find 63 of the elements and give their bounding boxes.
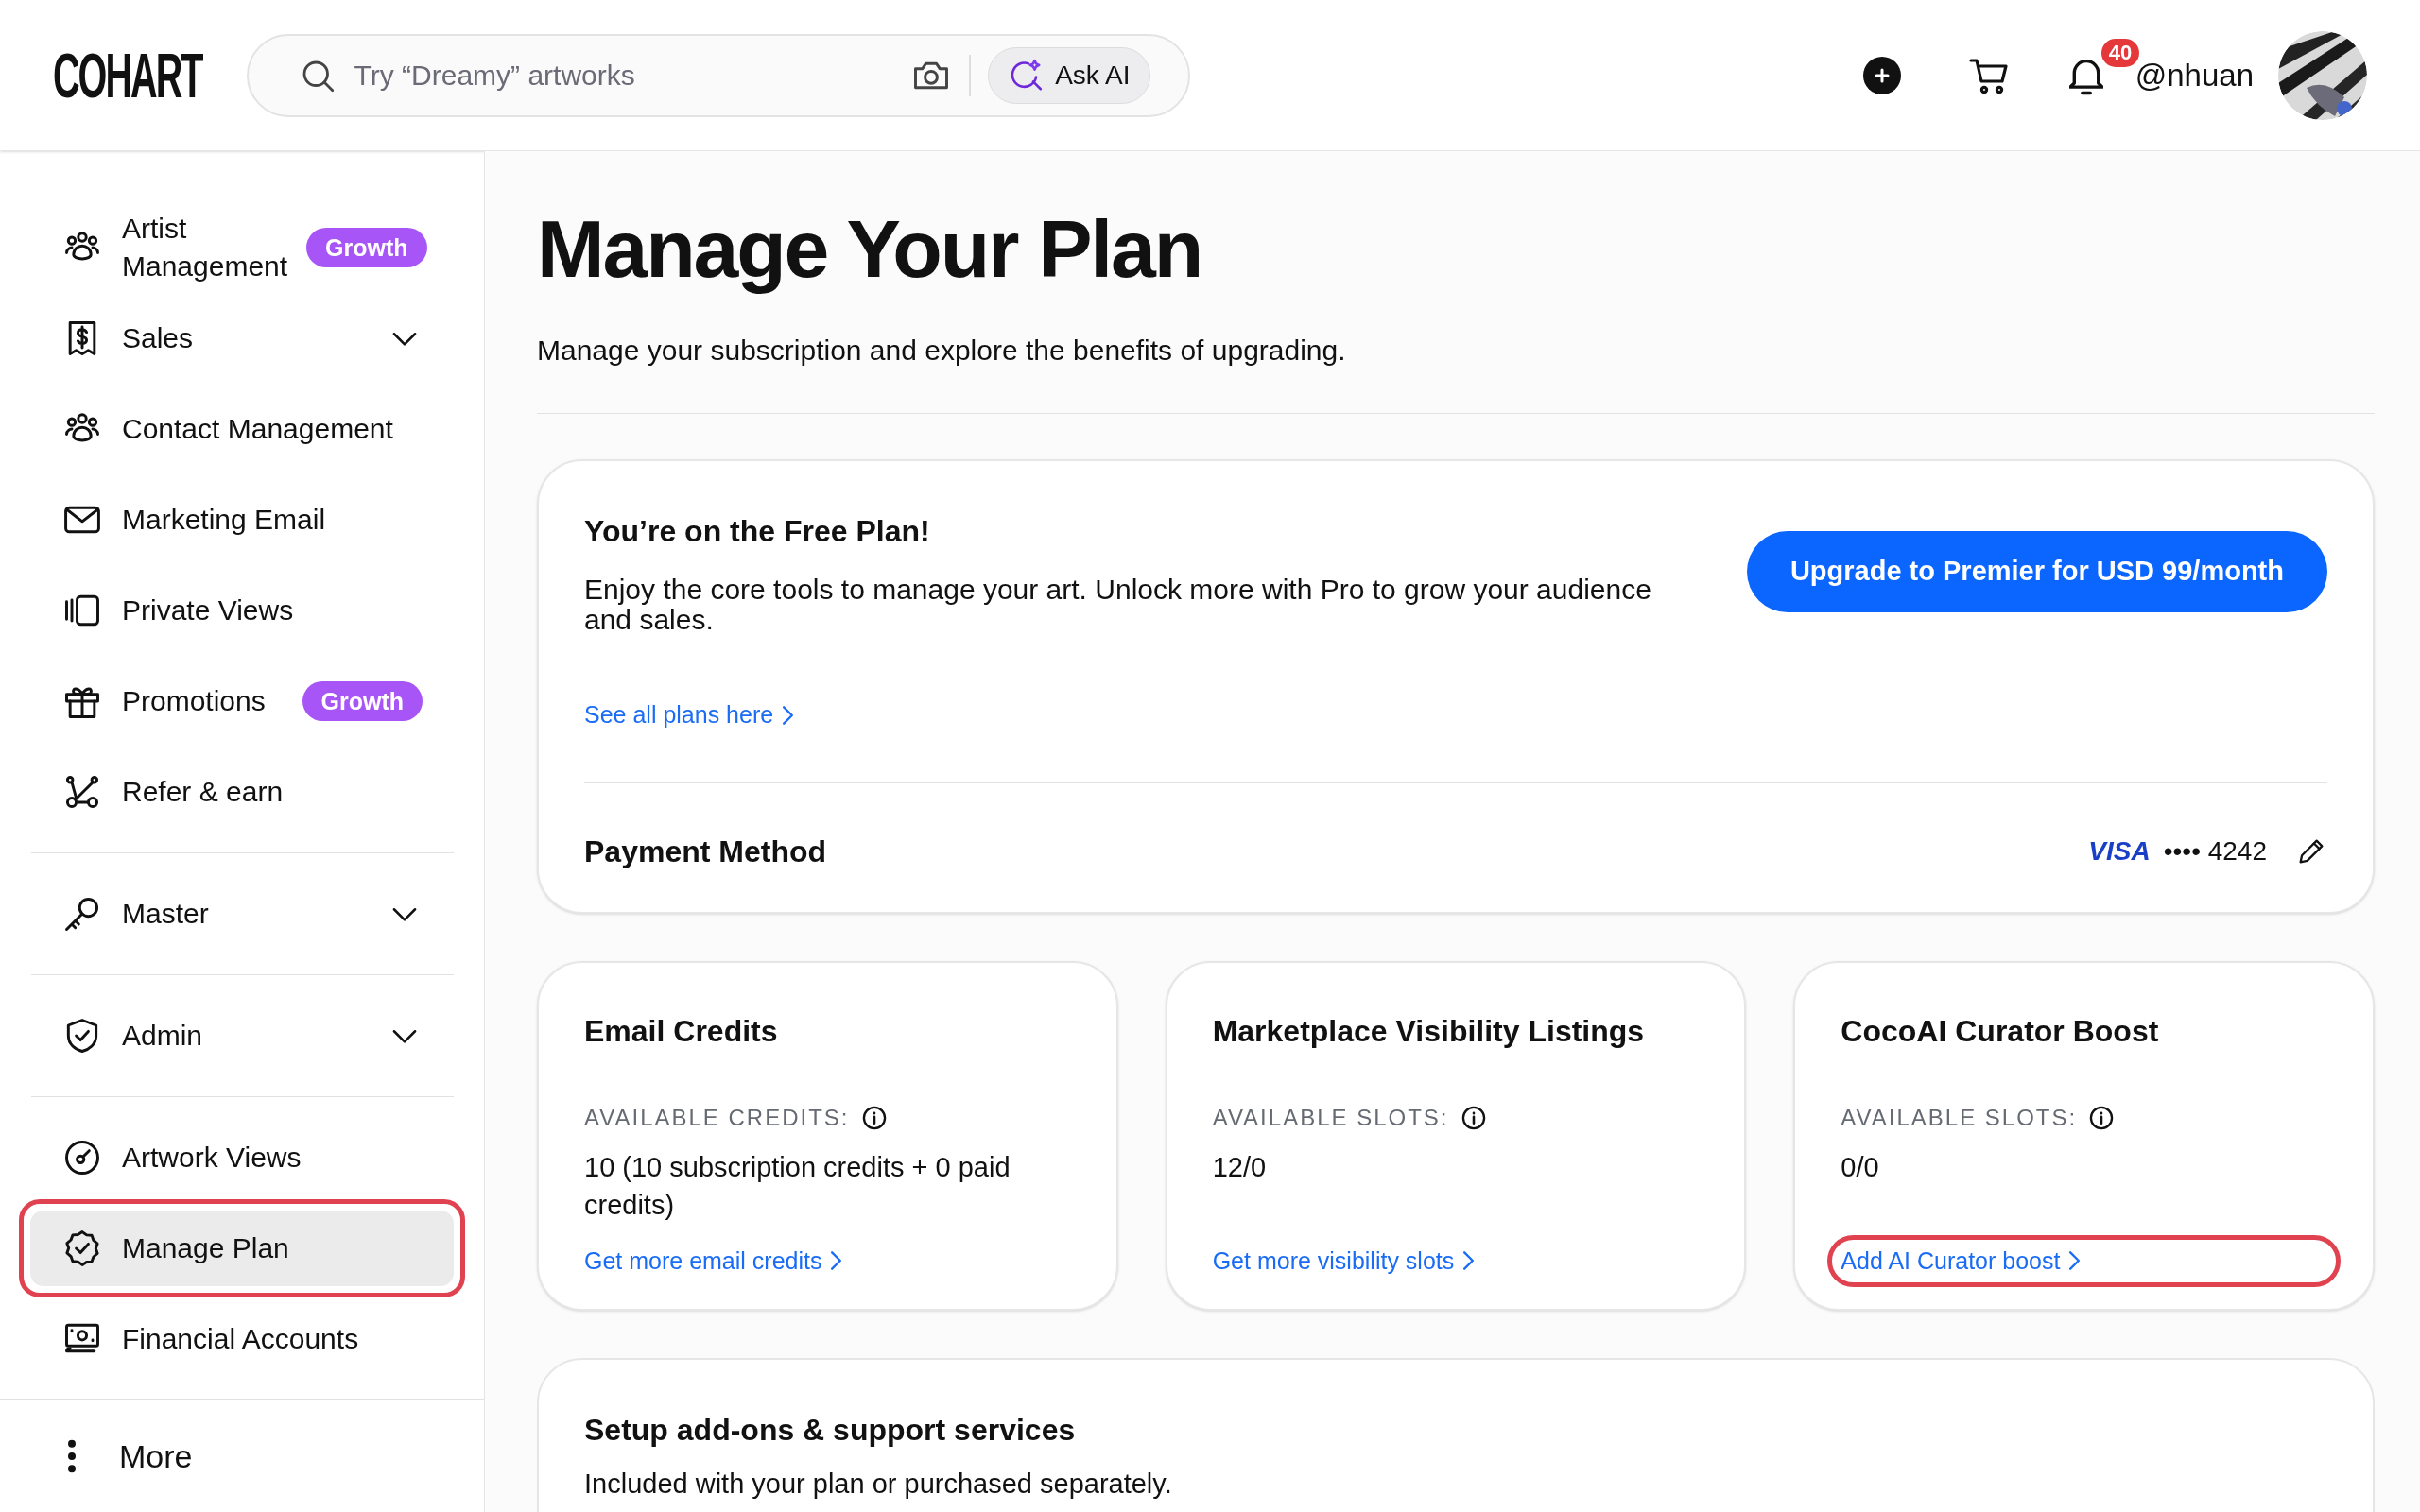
link[interactable]: See all plans here (584, 697, 2327, 733)
available-value: 0/0 (1841, 1150, 1880, 1184)
chevron-right-icon (831, 1251, 842, 1271)
item-label: Admin (122, 1019, 204, 1053)
available-label: AVAILABLE CREDITS: (584, 1103, 850, 1132)
sidebar-item[interactable]: Sales (30, 301, 454, 376)
upgrade-button[interactable]: Upgrade to Premier for USD 99/month (1746, 531, 2327, 612)
available-label: AVAILABLE SLOTS: (1841, 1103, 2078, 1132)
ask-ai-button[interactable]: Ask AI (988, 46, 1150, 104)
info-icon (860, 1104, 888, 1131)
card-title: Email Credits (584, 1012, 779, 1050)
item-label: Financial Accounts (122, 1322, 360, 1356)
card-title: You’re on the Free Plan! (584, 513, 931, 550)
card-title: Setup add-ons & support services (584, 1411, 1077, 1449)
sidebar-item[interactable]: Marketing Email (30, 482, 454, 558)
more-icon (66, 1437, 78, 1475)
addons-description: Included with your plan or purchased separately. (584, 1467, 1173, 1501)
info-icon (1460, 1104, 1487, 1131)
more-button[interactable]: More (0, 1432, 193, 1481)
card-number: •••• 4242 (2163, 834, 2267, 868)
chevron-right-icon (783, 705, 794, 725)
item-label: Contact Management (122, 412, 394, 446)
item-label: Marketing Email (122, 503, 327, 537)
link[interactable]: Get more email credits (584, 1243, 842, 1279)
growth-badge: Growth (306, 228, 427, 267)
available-label: AVAILABLE SLOTS: (1212, 1103, 1449, 1132)
link[interactable]: Get more visibility slots (1212, 1243, 1475, 1279)
search-field[interactable]: Try “Dreamy” artworks Ask AI (246, 33, 1190, 117)
chevron-right-icon (2069, 1251, 2081, 1271)
page-title: Manage Your Plan (537, 202, 1203, 296)
sidebar-item[interactable]: Admin (30, 998, 454, 1074)
sidebar-item[interactable]: Contact Management (30, 391, 454, 467)
sidebar-item[interactable]: Private Views (30, 573, 454, 648)
item-label: Private Views (122, 593, 295, 627)
logo[interactable]: COHART (53, 42, 202, 109)
sidebar-item[interactable]: Artwork Views (30, 1120, 454, 1195)
item-label: Refer & earn (122, 775, 285, 809)
item-label: Manage Plan (122, 1231, 290, 1265)
sidebar-item[interactable]: Promotions Growth (30, 663, 454, 739)
item-label: Promotions (122, 684, 267, 718)
page-subtitle: Manage your subscription and explore the benefits of upgrading. (537, 334, 1347, 368)
growth-badge: Growth (302, 681, 423, 721)
add-button[interactable] (1862, 56, 1901, 94)
sidebar-item[interactable]: Master (30, 876, 454, 952)
sidebar-item[interactable]: Artist Management Growth (30, 210, 454, 285)
available-value: 12/0 (1212, 1150, 1268, 1184)
link[interactable]: Add AI Curator boost (1841, 1243, 2081, 1279)
card-title: Marketplace Visibility Listings (1212, 1012, 1646, 1050)
plan-description: Enjoy the core tools to manage your art. Unlock more with Pro to grow your audience and sales. (584, 575, 1652, 635)
chevron-right-icon (1463, 1251, 1475, 1271)
card-brand: VISA (2088, 834, 2151, 868)
sidebar-item[interactable]: Manage Plan (30, 1211, 454, 1286)
sidebar-item[interactable]: Refer & earn (30, 754, 454, 830)
item-label: Artist Management (122, 212, 288, 284)
sidebar-item[interactable]: Financial Accounts (30, 1301, 454, 1377)
notification-badge: 40 (2100, 38, 2140, 67)
available-value: 10 (10 subscription credits + 0 paid credits) (584, 1150, 1011, 1222)
item-label: Sales (122, 321, 195, 355)
card-title: CocoAI Curator Boost (1841, 1012, 2160, 1050)
item-label: Artwork Views (122, 1141, 302, 1175)
payment-method-label: Payment Method (584, 833, 828, 870)
info-icon (2088, 1104, 2116, 1131)
item-label: Master (122, 897, 210, 931)
